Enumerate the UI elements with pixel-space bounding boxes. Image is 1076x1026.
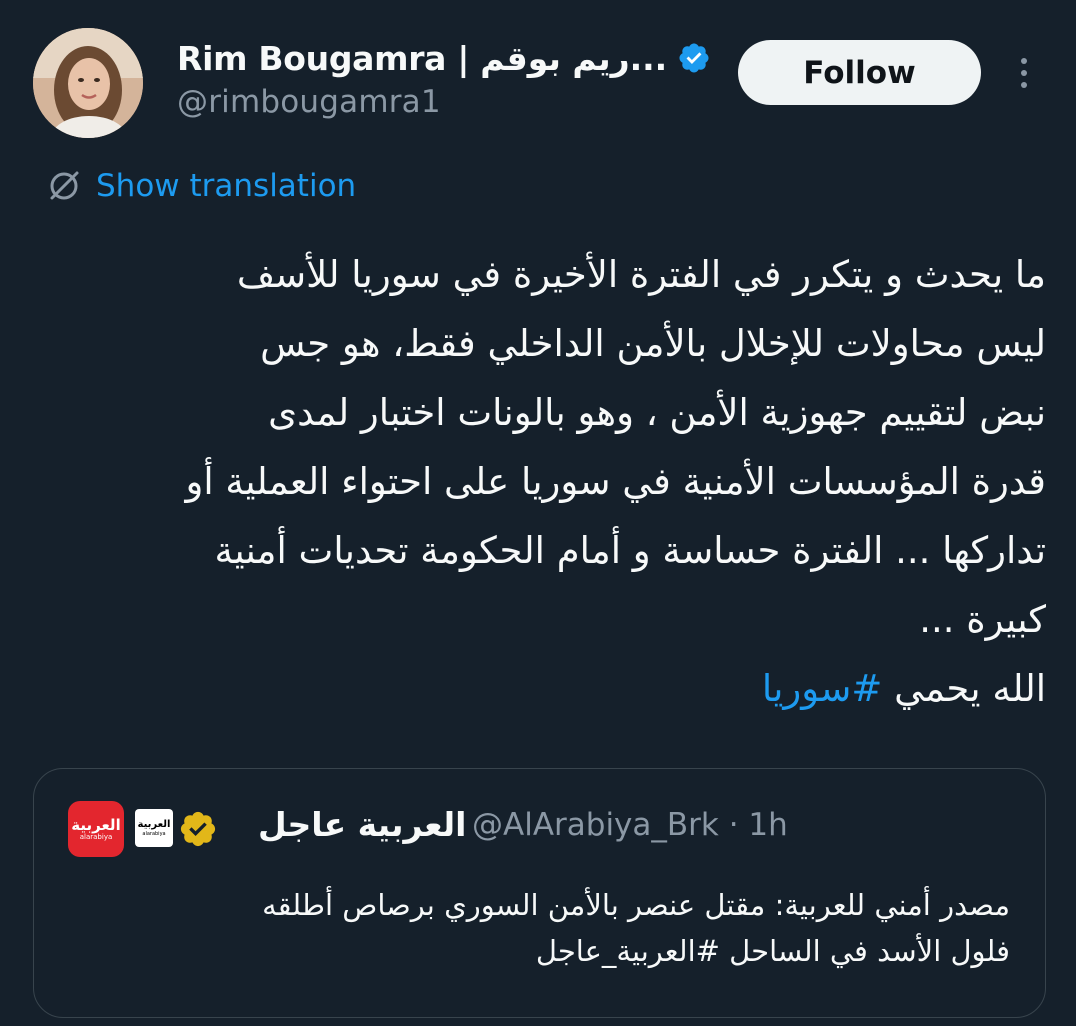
more-vertical-icon: [1021, 58, 1027, 64]
quoted-avatar-logo-lat: alarabiya: [79, 832, 113, 841]
tweet-text-line: ليس محاولات للإخلال بالأمن الداخلي فقط، …: [260, 322, 1046, 365]
tweet-text-line: نبض لتقييم جهوزية الأمن ، وهو بالونات اخ…: [268, 391, 1046, 434]
tweet-text-line: قدرة المؤسسات الأمنية في سوريا على احتوا…: [185, 460, 1046, 503]
quoted-text-line: مصدر أمني للعربية: مقتل عنصر بالأمن السو…: [262, 888, 1010, 922]
quoted-tweet-text: مصدر أمني للعربية: مقتل عنصر بالأمن السو…: [50, 882, 1010, 974]
show-translation-label[interactable]: Show translation: [96, 168, 356, 204]
tweet-text-line: تداركها ... الفترة حساسة و أمام الحكومة …: [214, 529, 1046, 572]
affiliation-logo-ar: العربية: [137, 818, 171, 830]
quoted-handle-time[interactable]: @AlArabiya_Brk · 1h: [472, 807, 788, 843]
affiliation-logo-lat: alarabiya: [142, 830, 166, 837]
follow-button[interactable]: Follow: [738, 40, 981, 105]
more-options-button[interactable]: [1006, 50, 1042, 96]
tweet-text: ما يحدث و يتكرر في الفترة الأخيرة في سور…: [36, 240, 1046, 723]
quoted-text-line: فلول الأسد في الساحل #العربية_عاجل: [535, 934, 1010, 968]
author-handle[interactable]: @rimbougamra1: [177, 84, 441, 120]
quoted-tweet-card[interactable]: العربية alarabiya العربية alarabiya العر…: [33, 768, 1046, 1018]
avatar[interactable]: [33, 28, 143, 138]
author-name-row[interactable]: Rim Bougamra | ريم بوقم...: [177, 36, 711, 80]
show-translation-link[interactable]: Show translation: [46, 164, 356, 208]
gold-verified-badge-icon: [178, 809, 218, 849]
tweet-closing-line: الله يحمي #سوريا: [36, 654, 1046, 723]
quoted-avatar-logo-ar: العربية: [71, 815, 121, 834]
translate-globe-icon: [46, 168, 82, 204]
more-vertical-icon-dot: [1021, 70, 1027, 76]
quoted-avatar[interactable]: العربية alarabiya: [68, 801, 124, 857]
tweet-text-line: كبيرة ...: [919, 598, 1046, 641]
tweet-text-line: ما يحدث و يتكرر في الفترة الأخيرة في سور…: [236, 253, 1046, 296]
more-vertical-icon-dot: [1021, 82, 1027, 88]
quoted-display-name[interactable]: العربية عاجل: [258, 805, 466, 844]
hashtag-link[interactable]: #سوريا: [762, 667, 883, 710]
tweet-closing-text: الله يحمي: [882, 667, 1046, 710]
affiliation-badge-icon: العربية alarabiya: [135, 809, 173, 847]
author-display-name[interactable]: Rim Bougamra | ريم بوقم...: [177, 39, 668, 78]
verified-badge-icon: [677, 41, 711, 75]
